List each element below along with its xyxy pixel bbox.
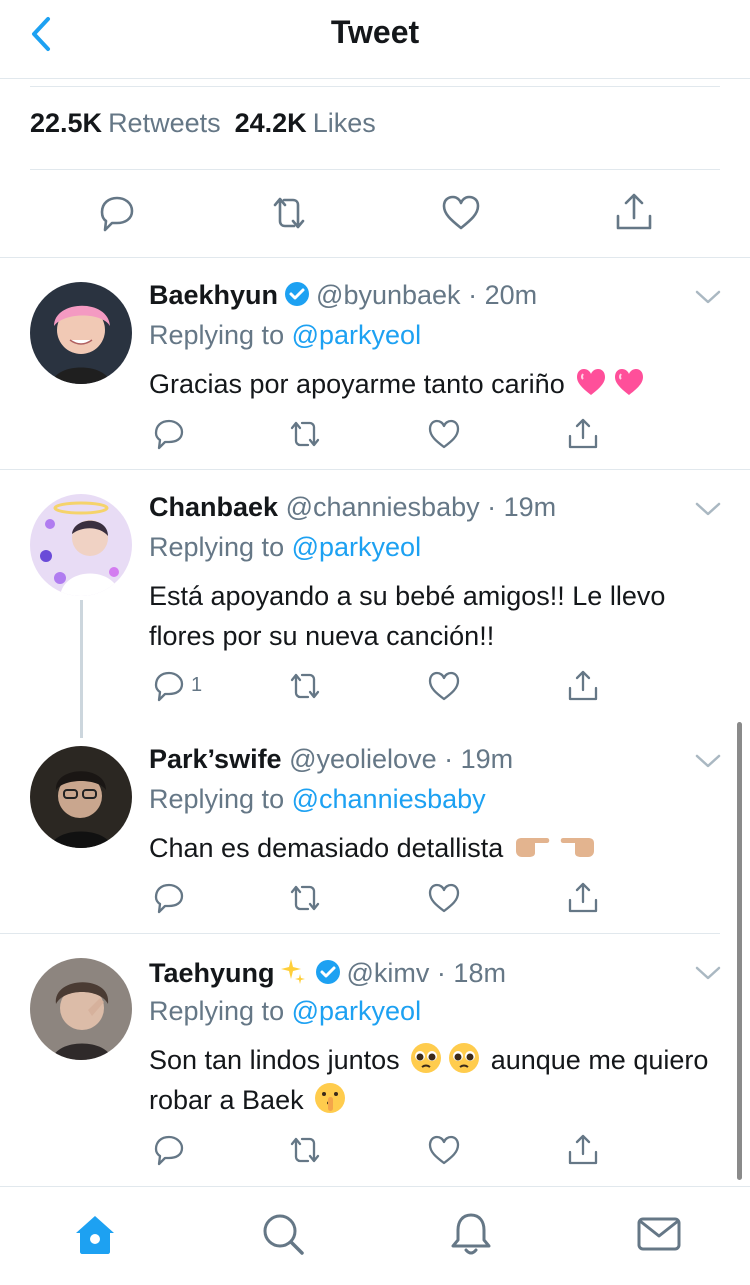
tweet-text: Gracias por apoyarme tanto cariño xyxy=(149,364,719,404)
handle[interactable]: @kimv xyxy=(347,958,430,988)
replying-to: Replying to @parkyeol xyxy=(149,320,421,351)
tweet-actions xyxy=(149,1132,649,1172)
likes-count[interactable]: 24.2K xyxy=(235,108,307,138)
timestamp: 19m xyxy=(460,744,514,774)
share-icon[interactable] xyxy=(565,880,601,916)
retweet-icon[interactable] xyxy=(287,880,323,916)
chevron-down-icon[interactable] xyxy=(694,752,722,772)
retweets-count[interactable]: 22.5K xyxy=(30,108,102,138)
replying-label: Replying to xyxy=(149,784,285,814)
tweet-text: Está apoyando a su bebé amigos!! Le llev… xyxy=(149,581,666,651)
mention-link[interactable]: @parkyeol xyxy=(292,996,421,1026)
sparkles-emoji xyxy=(280,959,305,984)
timestamp: 19m xyxy=(503,492,557,522)
avatar[interactable] xyxy=(30,958,132,1060)
chevron-down-icon[interactable] xyxy=(694,964,722,984)
engagement-stats: 22.5K Retweets 24.2K Likes xyxy=(30,108,390,139)
tweet-header: Park’swife @yeolielove · 19m xyxy=(149,744,514,774)
like-heart-icon[interactable] xyxy=(426,880,462,916)
display-name[interactable]: Chanbaek xyxy=(149,492,278,522)
share-icon[interactable] xyxy=(565,416,601,452)
tweet-actions xyxy=(149,880,649,920)
likes-label[interactable]: Likes xyxy=(313,108,376,138)
retweet-icon[interactable] xyxy=(287,416,323,452)
reply-icon[interactable] xyxy=(151,1132,187,1168)
bottom-tab-bar xyxy=(0,1186,750,1285)
replying-label: Replying to xyxy=(149,532,285,562)
pointing-right-emoji xyxy=(515,838,549,857)
like-heart-icon[interactable] xyxy=(426,416,462,452)
divider xyxy=(30,86,720,87)
like-heart-icon[interactable] xyxy=(426,1132,462,1168)
handle[interactable]: @yeolielove xyxy=(289,744,437,774)
reply-count: 1 xyxy=(191,674,203,696)
tweet-header: Chanbaek @channiesbaby · 19m xyxy=(149,492,557,522)
display-name[interactable]: Baekhyun xyxy=(149,280,278,310)
handle[interactable]: @channiesbaby xyxy=(286,492,480,522)
mention-link[interactable]: @parkyeol xyxy=(292,320,421,350)
reply-icon[interactable] xyxy=(151,668,187,704)
like-heart-icon[interactable] xyxy=(426,668,462,704)
replying-label: Replying to xyxy=(149,996,285,1026)
mention-link[interactable]: @parkyeol xyxy=(292,532,421,562)
chevron-down-icon[interactable] xyxy=(694,288,722,308)
retweet-icon[interactable] xyxy=(287,1132,323,1168)
pleading-face-emoji xyxy=(411,1043,442,1073)
growing-heart-emoji xyxy=(615,369,644,395)
replying-to: Replying to @parkyeol xyxy=(149,532,421,563)
retweets-label[interactable]: Retweets xyxy=(108,108,221,138)
timestamp: 20m xyxy=(484,280,538,310)
retweet-icon[interactable] xyxy=(266,190,312,236)
share-icon[interactable] xyxy=(611,190,657,236)
verified-badge-icon xyxy=(285,282,310,306)
home-icon[interactable] xyxy=(70,1209,120,1259)
tweet-header: Baekhyun @byunbaek · 20m xyxy=(149,280,538,310)
scrollbar[interactable] xyxy=(737,722,742,1180)
display-name[interactable]: Taehyung xyxy=(149,958,275,988)
tweet-body-start: Son tan lindos juntos xyxy=(149,1045,400,1075)
tweet-actions: 1 xyxy=(149,668,649,708)
reply-icon[interactable] xyxy=(94,190,140,236)
tweet-body: Chan es demasiado detallista xyxy=(149,833,504,863)
reply-tweet[interactable]: Chanbaek @channiesbaby · 19m Replying to… xyxy=(0,470,750,720)
reply-icon[interactable] xyxy=(151,416,187,452)
tweet-text: Son tan lindos juntos aunque me quiero r… xyxy=(149,1040,719,1120)
replying-label: Replying to xyxy=(149,320,285,350)
replying-to: Replying to @channiesbaby xyxy=(149,784,486,815)
reply-tweet[interactable]: Baekhyun @byunbaek · 20m Replying to @par… xyxy=(0,258,750,469)
like-heart-icon[interactable] xyxy=(438,190,484,236)
tweet-header: Taehyung @kimv · 18m xyxy=(149,958,506,988)
replying-to: Replying to @parkyeol xyxy=(149,996,421,1027)
display-name[interactable]: Park’swife xyxy=(149,744,282,774)
page-title: Tweet xyxy=(330,14,420,50)
search-icon[interactable] xyxy=(258,1209,308,1259)
handle[interactable]: @byunbaek xyxy=(316,280,461,310)
messages-icon[interactable] xyxy=(634,1209,684,1259)
shushing-face-emoji xyxy=(315,1083,346,1113)
tweet-body: Gracias por apoyarme tanto cariño xyxy=(149,369,565,399)
growing-heart-emoji xyxy=(577,369,606,395)
chevron-down-icon[interactable] xyxy=(694,500,722,520)
retweet-icon[interactable] xyxy=(287,668,323,704)
reply-tweet[interactable]: Park’swife @yeolielove · 19m Replying to… xyxy=(0,722,750,932)
tweet-actions xyxy=(149,416,649,456)
share-icon[interactable] xyxy=(565,1132,601,1168)
main-tweet-actions xyxy=(0,190,750,236)
pleading-face-emoji xyxy=(449,1043,480,1073)
divider xyxy=(30,169,720,170)
pointing-left-emoji xyxy=(560,838,594,857)
avatar[interactable] xyxy=(30,282,132,384)
notifications-icon[interactable] xyxy=(446,1209,496,1259)
mention-link[interactable]: @channiesbaby xyxy=(292,784,486,814)
top-nav-bar: Tweet xyxy=(0,0,750,79)
timestamp: 18m xyxy=(453,958,506,988)
tweet-text: Chan es demasiado detallista xyxy=(149,828,719,868)
reply-tweet[interactable]: Taehyung @kimv · 18m Replying to @parkyeo… xyxy=(0,934,750,1186)
avatar[interactable] xyxy=(30,746,132,848)
verified-badge-icon xyxy=(315,960,340,984)
share-icon[interactable] xyxy=(565,668,601,704)
avatar[interactable] xyxy=(30,494,132,596)
reply-icon[interactable] xyxy=(151,880,187,916)
